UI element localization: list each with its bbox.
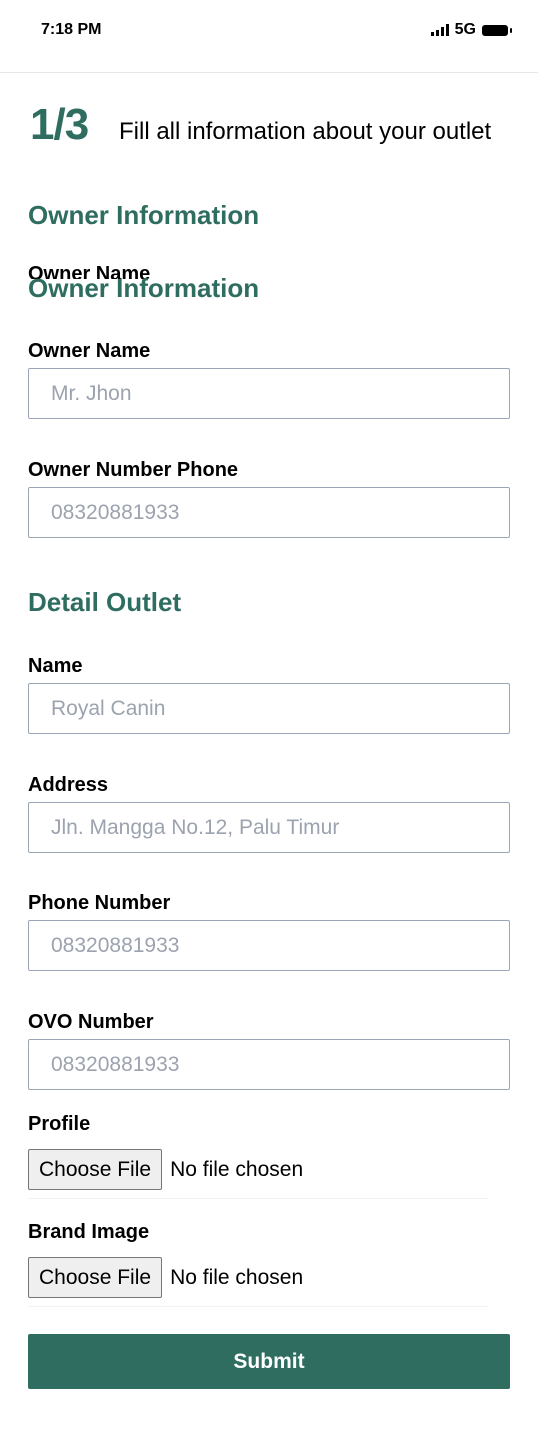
address-input[interactable] (28, 802, 510, 853)
brand-image-divider (28, 1306, 488, 1307)
profile-choose-file-button[interactable]: Choose File (28, 1149, 163, 1190)
owner-phone-label: Owner Number Phone (28, 459, 239, 481)
brand-image-file-status: No file chosen (170, 1265, 304, 1289)
outlet-section-title: Detail Outlet (28, 587, 182, 617)
profile-file-status: No file chosen (170, 1157, 304, 1181)
status-bar: 7:18 PM 5G (0, 0, 538, 73)
status-indicators: 5G (430, 21, 512, 39)
brand-image-file-picker: Choose File No file chosen (28, 1257, 303, 1298)
profile-label: Profile (28, 1113, 91, 1135)
phone-number-input[interactable] (28, 920, 510, 971)
battery-icon (482, 24, 512, 36)
profile-file-picker: Choose File No file chosen (28, 1149, 303, 1190)
step-description: Fill all information about your outlet (119, 118, 492, 145)
ovo-number-input[interactable] (28, 1039, 510, 1090)
outlet-name-label: Name (28, 655, 83, 677)
address-label: Address (28, 774, 109, 796)
overlapping-owner-section-title: Owner Information (28, 273, 260, 303)
owner-name-input[interactable] (28, 368, 510, 419)
brand-image-choose-file-button[interactable]: Choose File (28, 1257, 163, 1298)
phone-number-label: Phone Number (28, 892, 171, 914)
brand-image-label: Brand Image (28, 1221, 150, 1243)
owner-name-label: Owner Name (28, 340, 151, 362)
profile-divider (28, 1198, 488, 1199)
ovo-number-label: OVO Number (28, 1011, 154, 1033)
signal-icon (430, 24, 449, 36)
owner-phone-input[interactable] (28, 487, 510, 538)
status-time: 7:18 PM (41, 21, 102, 38)
outlet-name-input[interactable] (28, 683, 510, 734)
owner-section-title: Owner Information (28, 200, 260, 230)
network-label: 5G (454, 21, 476, 38)
step-indicator: 1/3 (30, 100, 89, 149)
submit-button[interactable]: Submit (28, 1334, 510, 1389)
